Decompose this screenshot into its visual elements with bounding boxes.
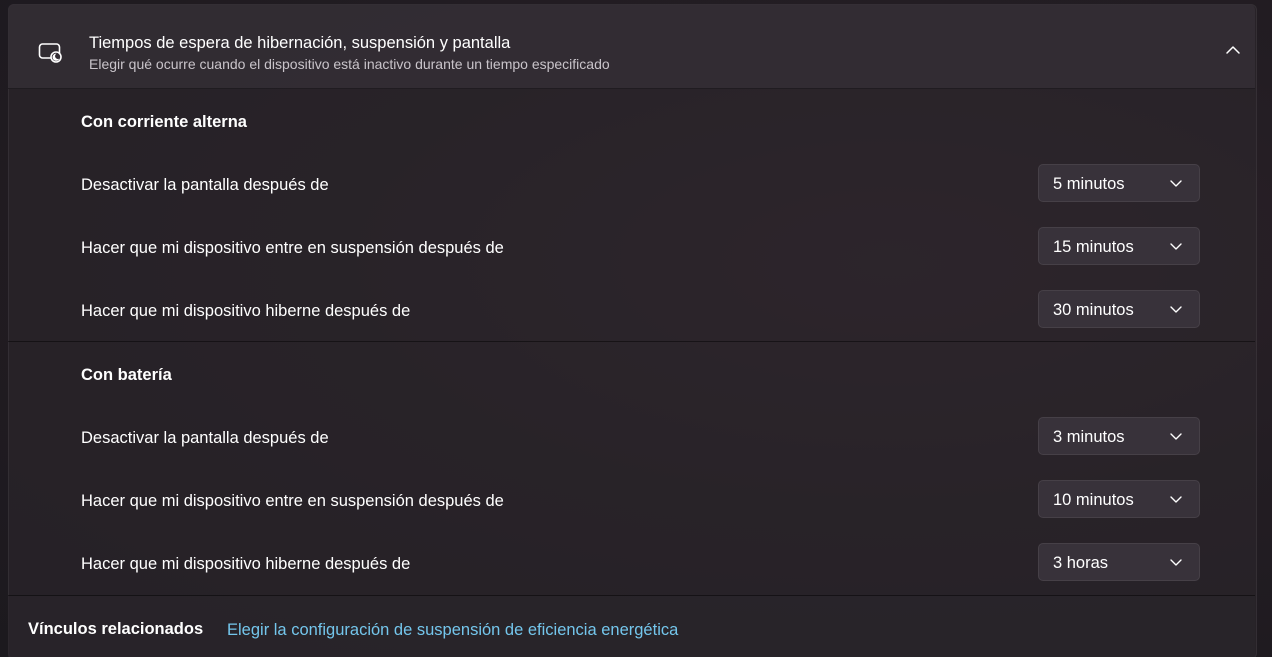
ac-screen-off-dropdown[interactable]: 5 minutos — [1038, 164, 1200, 202]
chevron-down-icon — [1170, 306, 1182, 313]
chevron-down-icon — [1170, 433, 1182, 440]
section-divider — [8, 341, 1255, 342]
page-title: Tiempos de espera de hibernación, suspen… — [89, 34, 511, 52]
chevron-down-icon — [1170, 243, 1182, 250]
battery-hibernate-label: Hacer que mi dispositivo hiberne después… — [81, 555, 411, 573]
dropdown-value: 3 horas — [1053, 554, 1109, 572]
energy-efficiency-sleep-link[interactable]: Elegir la configuración de suspensión de… — [227, 621, 678, 640]
ac-section-title: Con corriente alterna — [81, 113, 247, 131]
ac-sleep-dropdown[interactable]: 15 minutos — [1038, 227, 1200, 265]
ac-screen-off-label: Desactivar la pantalla después de — [81, 176, 329, 194]
battery-section-title: Con batería — [81, 366, 172, 384]
chevron-down-icon — [1170, 180, 1182, 187]
dropdown-value: 15 minutos — [1053, 238, 1134, 256]
chevron-down-icon — [1170, 559, 1182, 566]
dropdown-value: 3 minutos — [1053, 428, 1125, 446]
chevron-down-icon — [1170, 496, 1182, 503]
battery-sleep-label: Hacer que mi dispositivo entre en suspen… — [81, 492, 504, 510]
ac-sleep-label: Hacer que mi dispositivo entre en suspen… — [81, 239, 504, 257]
chevron-up-icon[interactable] — [1224, 42, 1242, 58]
ac-hibernate-dropdown[interactable]: 30 minutos — [1038, 290, 1200, 328]
page-subtitle: Elegir qué ocurre cuando el dispositivo … — [89, 56, 610, 72]
battery-sleep-dropdown[interactable]: 10 minutos — [1038, 480, 1200, 518]
battery-screen-off-label: Desactivar la pantalla después de — [81, 429, 329, 447]
ac-hibernate-label: Hacer que mi dispositivo hiberne después… — [81, 302, 411, 320]
battery-screen-off-dropdown[interactable]: 3 minutos — [1038, 417, 1200, 455]
expander-header[interactable]: Tiempos de espera de hibernación, suspen… — [8, 4, 1255, 89]
dropdown-value: 10 minutos — [1053, 491, 1134, 509]
settings-page: Tiempos de espera de hibernación, suspen… — [0, 0, 1272, 657]
screen-sleep-icon — [38, 43, 62, 63]
dropdown-value: 5 minutos — [1053, 175, 1125, 193]
dropdown-value: 30 minutos — [1053, 301, 1134, 319]
related-links-label: Vínculos relacionados — [28, 620, 204, 638]
battery-hibernate-dropdown[interactable]: 3 horas — [1038, 543, 1200, 581]
